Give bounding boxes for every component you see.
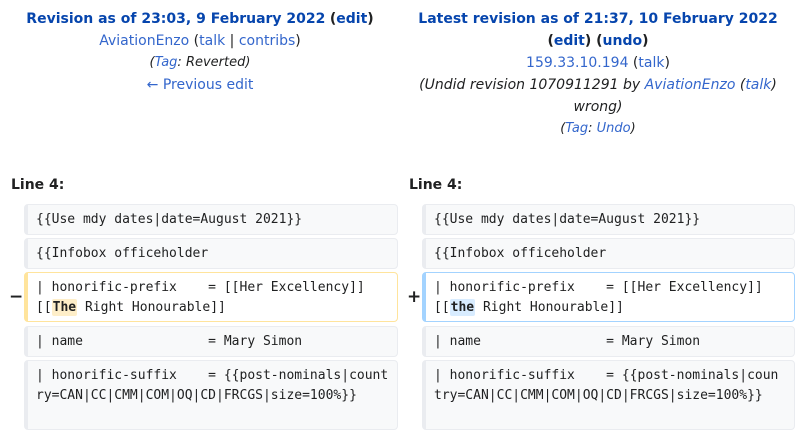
new-revision-tag: (Tag: Undo) bbox=[560, 121, 636, 136]
new-context-line: | honorific-suffix = {{post-nominals|cou… bbox=[422, 360, 795, 430]
old-context-line: | honorific-suffix = {{post-nominals|cou… bbox=[24, 360, 398, 430]
old-context-line: {{Use mdy dates|date=August 2021}} bbox=[24, 204, 398, 235]
added-word: the bbox=[449, 299, 476, 316]
old-edit-link[interactable]: edit bbox=[336, 11, 367, 27]
ip-user-link[interactable]: 159.33.10.194 bbox=[526, 55, 628, 71]
new-context-line: {{Infobox officeholder bbox=[422, 238, 795, 269]
old-revision-tag: (Tag: Reverted) bbox=[149, 55, 251, 70]
previous-edit-link[interactable]: ← Previous edit bbox=[147, 77, 254, 93]
edit-summary: (Undid revision 1070911291 by AviationEn… bbox=[419, 77, 777, 115]
ip-talk-link[interactable]: talk bbox=[638, 55, 664, 71]
old-user-talk-link[interactable]: talk bbox=[199, 33, 225, 49]
added-line-marker: + bbox=[407, 287, 422, 307]
old-context-line: | name = Mary Simon bbox=[24, 326, 398, 357]
new-tag-label-link[interactable]: Tag bbox=[565, 121, 588, 136]
old-revision-header: Revision as of 23:03, 9 February 2022 (e… bbox=[2, 8, 398, 96]
deleted-line-marker: − bbox=[9, 287, 24, 307]
new-edit-link[interactable]: edit bbox=[554, 33, 585, 49]
old-context-line: {{Infobox officeholder bbox=[24, 238, 398, 269]
new-revision-title-link[interactable]: Latest revision as of 21:37, 10 February… bbox=[418, 11, 777, 27]
new-revision-header: Latest revision as of 21:37, 10 February… bbox=[400, 8, 796, 140]
old-user-contribs-link[interactable]: contribs bbox=[239, 33, 295, 49]
new-context-line: {{Use mdy dates|date=August 2021}} bbox=[422, 204, 795, 235]
undo-tag-link[interactable]: Undo bbox=[597, 121, 631, 136]
summary-talk-link[interactable]: talk bbox=[745, 77, 771, 93]
left-line-number: Line 4: bbox=[11, 177, 65, 193]
old-user-link[interactable]: AviationEnzo bbox=[99, 33, 189, 49]
added-line: | honorific-prefix = [[Her Excellency]] … bbox=[422, 272, 795, 322]
new-context-line: | name = Mary Simon bbox=[422, 326, 795, 357]
old-revision-title-link[interactable]: Revision as of 23:03, 9 February 2022 bbox=[26, 11, 325, 27]
undo-link[interactable]: undo bbox=[603, 33, 643, 49]
deleted-word: The bbox=[51, 299, 78, 316]
old-tag-label-link[interactable]: Tag bbox=[155, 55, 178, 70]
summary-user-link[interactable]: AviationEnzo bbox=[645, 77, 736, 93]
right-line-number: Line 4: bbox=[409, 177, 463, 193]
deleted-line: | honorific-prefix = [[Her Excellency]] … bbox=[24, 272, 398, 322]
